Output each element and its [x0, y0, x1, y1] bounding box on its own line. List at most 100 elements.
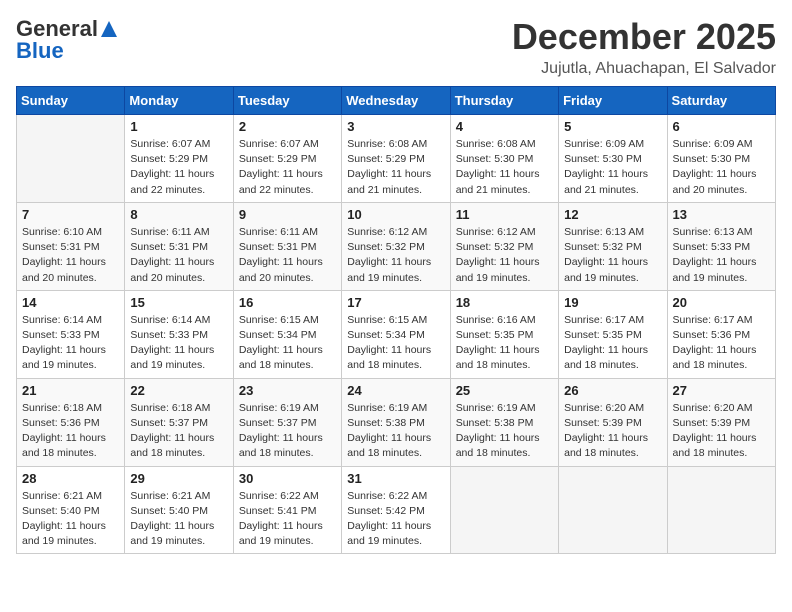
day-info: Sunrise: 6:11 AMSunset: 5:31 PMDaylight:…: [239, 225, 336, 286]
day-of-week-header: Wednesday: [342, 87, 450, 115]
day-info: Sunrise: 6:07 AMSunset: 5:29 PMDaylight:…: [239, 137, 336, 198]
day-number: 20: [673, 295, 770, 310]
day-number: 13: [673, 207, 770, 222]
calendar-cell: 14 Sunrise: 6:14 AMSunset: 5:33 PMDayligh…: [17, 290, 125, 378]
day-info: Sunrise: 6:18 AMSunset: 5:36 PMDaylight:…: [22, 401, 119, 462]
day-number: 21: [22, 383, 119, 398]
calendar-cell: [559, 466, 667, 554]
day-number: 29: [130, 471, 227, 486]
day-info: Sunrise: 6:11 AMSunset: 5:31 PMDaylight:…: [130, 225, 227, 286]
day-info: Sunrise: 6:22 AMSunset: 5:42 PMDaylight:…: [347, 489, 444, 550]
day-info: Sunrise: 6:14 AMSunset: 5:33 PMDaylight:…: [22, 313, 119, 374]
day-number: 8: [130, 207, 227, 222]
day-number: 17: [347, 295, 444, 310]
logo: General Blue: [16, 16, 120, 64]
day-of-week-header: Tuesday: [233, 87, 341, 115]
day-info: Sunrise: 6:10 AMSunset: 5:31 PMDaylight:…: [22, 225, 119, 286]
day-number: 14: [22, 295, 119, 310]
day-number: 10: [347, 207, 444, 222]
day-number: 28: [22, 471, 119, 486]
day-number: 26: [564, 383, 661, 398]
day-of-week-header: Friday: [559, 87, 667, 115]
calendar-cell: 28Sunrise: 6:21 AMSunset: 5:40 PMDayligh…: [17, 466, 125, 554]
day-number: 12: [564, 207, 661, 222]
calendar-cell: 1 Sunrise: 6:07 AMSunset: 5:29 PMDaylight…: [125, 115, 233, 203]
day-info: Sunrise: 6:15 AMSunset: 5:34 PMDaylight:…: [347, 313, 444, 374]
calendar-cell: 27 Sunrise: 6:20 AMSunset: 5:39 PMDayligh…: [667, 378, 775, 466]
day-number: 1: [130, 119, 227, 134]
calendar-cell: 16 Sunrise: 6:15 AMSunset: 5:34 PMDayligh…: [233, 290, 341, 378]
page-header: General Blue December 2025 Jujutla, Ahua…: [16, 16, 776, 78]
day-info: Sunrise: 6:13 AMSunset: 5:32 PMDaylight:…: [564, 225, 661, 286]
day-number: 30: [239, 471, 336, 486]
day-info: Sunrise: 6:22 AMSunset: 5:41 PMDaylight:…: [239, 489, 336, 550]
calendar-cell: 13Sunrise: 6:13 AMSunset: 5:33 PMDayligh…: [667, 202, 775, 290]
day-number: 23: [239, 383, 336, 398]
calendar-cell: 10 Sunrise: 6:12 AMSunset: 5:32 PMDayligh…: [342, 202, 450, 290]
day-info: Sunrise: 6:19 AMSunset: 5:38 PMDaylight:…: [347, 401, 444, 462]
day-number: 18: [456, 295, 553, 310]
logo-icon: [99, 19, 119, 39]
day-info: Sunrise: 6:19 AMSunset: 5:37 PMDaylight:…: [239, 401, 336, 462]
calendar-cell: 3 Sunrise: 6:08 AMSunset: 5:29 PMDaylight…: [342, 115, 450, 203]
day-info: Sunrise: 6:07 AMSunset: 5:29 PMDaylight:…: [130, 137, 227, 198]
day-info: Sunrise: 6:17 AMSunset: 5:35 PMDaylight:…: [564, 313, 661, 374]
day-number: 25: [456, 383, 553, 398]
day-info: Sunrise: 6:17 AMSunset: 5:36 PMDaylight:…: [673, 313, 770, 374]
day-number: 31: [347, 471, 444, 486]
day-of-week-header: Thursday: [450, 87, 558, 115]
calendar-table: SundayMondayTuesdayWednesdayThursdayFrid…: [16, 86, 776, 554]
day-number: 4: [456, 119, 553, 134]
calendar-cell: 7 Sunrise: 6:10 AMSunset: 5:31 PMDaylight…: [17, 202, 125, 290]
logo-blue: Blue: [16, 38, 64, 64]
day-info: Sunrise: 6:14 AMSunset: 5:33 PMDaylight:…: [130, 313, 227, 374]
day-number: 15: [130, 295, 227, 310]
day-info: Sunrise: 6:09 AMSunset: 5:30 PMDaylight:…: [673, 137, 770, 198]
calendar-cell: [667, 466, 775, 554]
month-title: December 2025: [512, 16, 776, 58]
calendar-cell: [450, 466, 558, 554]
day-info: Sunrise: 6:08 AMSunset: 5:29 PMDaylight:…: [347, 137, 444, 198]
day-number: 19: [564, 295, 661, 310]
day-number: 27: [673, 383, 770, 398]
calendar-cell: 6 Sunrise: 6:09 AMSunset: 5:30 PMDaylight…: [667, 115, 775, 203]
day-of-week-header: Saturday: [667, 87, 775, 115]
day-number: 3: [347, 119, 444, 134]
day-of-week-header: Sunday: [17, 87, 125, 115]
calendar-cell: 12 Sunrise: 6:13 AMSunset: 5:32 PMDayligh…: [559, 202, 667, 290]
day-number: 7: [22, 207, 119, 222]
calendar-cell: 15 Sunrise: 6:14 AMSunset: 5:33 PMDayligh…: [125, 290, 233, 378]
day-number: 6: [673, 119, 770, 134]
location-subtitle: Jujutla, Ahuachapan, El Salvador: [512, 60, 776, 78]
day-info: Sunrise: 6:16 AMSunset: 5:35 PMDaylight:…: [456, 313, 553, 374]
day-number: 2: [239, 119, 336, 134]
day-info: Sunrise: 6:15 AMSunset: 5:34 PMDaylight:…: [239, 313, 336, 374]
day-info: Sunrise: 6:12 AMSunset: 5:32 PMDaylight:…: [456, 225, 553, 286]
day-number: 22: [130, 383, 227, 398]
calendar-cell: 30 Sunrise: 6:22 AMSunset: 5:41 PMDayligh…: [233, 466, 341, 554]
day-info: Sunrise: 6:12 AMSunset: 5:32 PMDaylight:…: [347, 225, 444, 286]
calendar-cell: 20 Sunrise: 6:17 AMSunset: 5:36 PMDayligh…: [667, 290, 775, 378]
day-number: 9: [239, 207, 336, 222]
day-number: 24: [347, 383, 444, 398]
calendar-cell: 18 Sunrise: 6:16 AMSunset: 5:35 PMDayligh…: [450, 290, 558, 378]
calendar-cell: 29Sunrise: 6:21 AMSunset: 5:40 PMDayligh…: [125, 466, 233, 554]
day-number: 5: [564, 119, 661, 134]
day-of-week-header: Monday: [125, 87, 233, 115]
day-info: Sunrise: 6:19 AMSunset: 5:38 PMDaylight:…: [456, 401, 553, 462]
day-number: 11: [456, 207, 553, 222]
calendar-cell: 25 Sunrise: 6:19 AMSunset: 5:38 PMDayligh…: [450, 378, 558, 466]
day-info: Sunrise: 6:09 AMSunset: 5:30 PMDaylight:…: [564, 137, 661, 198]
day-info: Sunrise: 6:20 AMSunset: 5:39 PMDaylight:…: [564, 401, 661, 462]
calendar-cell: [17, 115, 125, 203]
calendar-cell: 22Sunrise: 6:18 AMSunset: 5:37 PMDayligh…: [125, 378, 233, 466]
day-info: Sunrise: 6:20 AMSunset: 5:39 PMDaylight:…: [673, 401, 770, 462]
calendar-cell: 21 Sunrise: 6:18 AMSunset: 5:36 PMDayligh…: [17, 378, 125, 466]
calendar-cell: 24 Sunrise: 6:19 AMSunset: 5:38 PMDayligh…: [342, 378, 450, 466]
calendar-cell: 4Sunrise: 6:08 AMSunset: 5:30 PMDaylight…: [450, 115, 558, 203]
calendar-cell: 23 Sunrise: 6:19 AMSunset: 5:37 PMDayligh…: [233, 378, 341, 466]
calendar-cell: 2 Sunrise: 6:07 AMSunset: 5:29 PMDaylight…: [233, 115, 341, 203]
calendar-cell: 5 Sunrise: 6:09 AMSunset: 5:30 PMDaylight…: [559, 115, 667, 203]
day-number: 16: [239, 295, 336, 310]
calendar-cell: 9 Sunrise: 6:11 AMSunset: 5:31 PMDaylight…: [233, 202, 341, 290]
